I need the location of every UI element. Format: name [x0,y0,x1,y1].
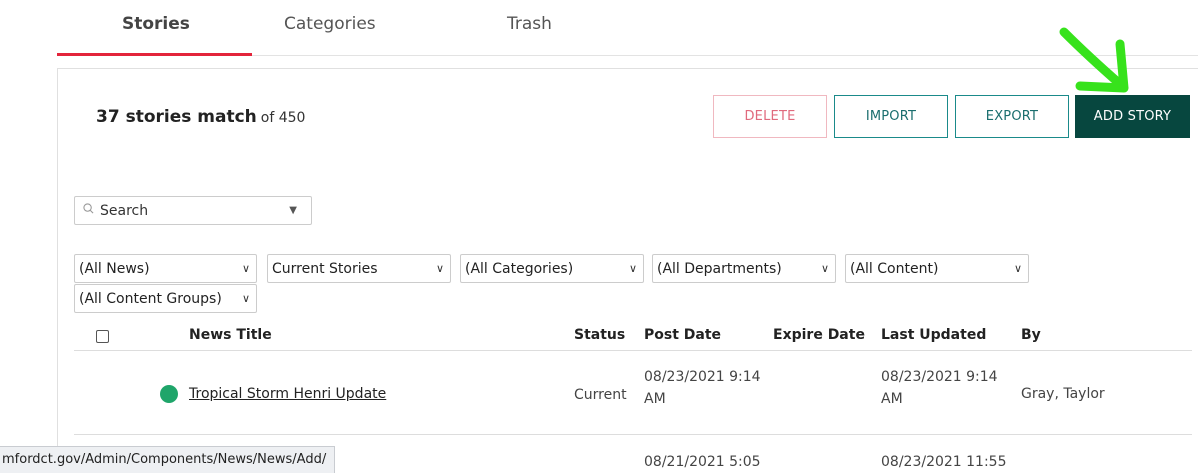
author-cell: Gray, Taylor [1021,386,1105,402]
col-status[interactable]: Status [574,327,625,343]
filter-departments[interactable]: (All Departments) ∨ [652,254,836,283]
table-header: News Title Status Post Date Expire Date … [74,319,1192,351]
stories-panel: 37 stories match of 450 DELETE IMPORT EXP… [57,68,1198,473]
filter-departments-label: (All Departments) [657,260,782,277]
filter-content-label: (All Content) [850,260,939,277]
col-post-date[interactable]: Post Date [644,327,721,343]
status-dot-icon [160,385,178,403]
last-updated-cell: 08/23/2021 9:14 [881,369,998,385]
tab-trash[interactable]: Trash [507,14,552,34]
last-updated-cell: 08/23/2021 11:55 [881,454,1007,470]
tab-categories[interactable]: Categories [284,14,376,34]
select-all-checkbox[interactable] [96,330,109,343]
filter-content-groups[interactable]: (All Content Groups) ∨ [74,284,257,313]
filter-news[interactable]: (All News) ∨ [74,254,257,283]
chevron-down-icon: ∨ [628,262,637,275]
active-tab-indicator [57,53,252,56]
chevron-down-icon: ∨ [1013,262,1022,275]
match-count: 37 stories match of 450 [96,107,305,127]
last-updated-time-cell: AM [881,391,903,407]
search-placeholder: Search [100,202,149,219]
post-date-cell: 08/23/2021 9:14 [644,369,761,385]
chevron-down-icon: ∨ [820,262,829,275]
status-bar-url: mfordct.gov/Admin/Components/News/News/A… [0,446,335,473]
col-by[interactable]: By [1021,327,1041,343]
post-date-time-cell: AM [644,391,666,407]
import-button[interactable]: IMPORT [834,95,948,138]
filter-stories[interactable]: Current Stories ∨ [267,254,451,283]
export-button[interactable]: EXPORT [955,95,1069,138]
col-last-updated[interactable]: Last Updated [881,327,986,343]
caret-down-icon[interactable]: ▼ [289,205,297,216]
match-count-text: 37 stories match [96,107,257,127]
annotation-arrow-icon [1059,27,1129,93]
table-row[interactable]: Tropical Storm Henri Update Current 08/2… [74,351,1192,435]
add-story-button[interactable]: ADD STORY [1075,95,1190,138]
chevron-down-icon: ∨ [241,292,250,305]
tab-stories[interactable]: Stories [122,14,190,34]
delete-button[interactable]: DELETE [713,95,827,138]
col-news-title[interactable]: News Title [189,327,272,343]
status-cell: Current [574,387,627,403]
filter-categories[interactable]: (All Categories) ∨ [460,254,644,283]
total-count-text: of 450 [260,110,306,126]
story-title-link[interactable]: Tropical Storm Henri Update [189,384,386,404]
filter-content-groups-label: (All Content Groups) [79,290,222,307]
post-date-cell: 08/21/2021 5:05 [644,454,761,470]
chevron-down-icon: ∨ [241,262,250,275]
search-input[interactable]: Search ▼ [74,196,312,225]
filter-categories-label: (All Categories) [465,260,574,277]
chevron-down-icon: ∨ [435,262,444,275]
filter-news-label: (All News) [79,260,150,277]
filter-stories-label: Current Stories [272,260,378,277]
filter-content[interactable]: (All Content) ∨ [845,254,1029,283]
col-expire-date[interactable]: Expire Date [773,327,865,343]
search-icon [83,203,94,218]
tab-bar: Stories Categories Trash [57,0,1198,56]
